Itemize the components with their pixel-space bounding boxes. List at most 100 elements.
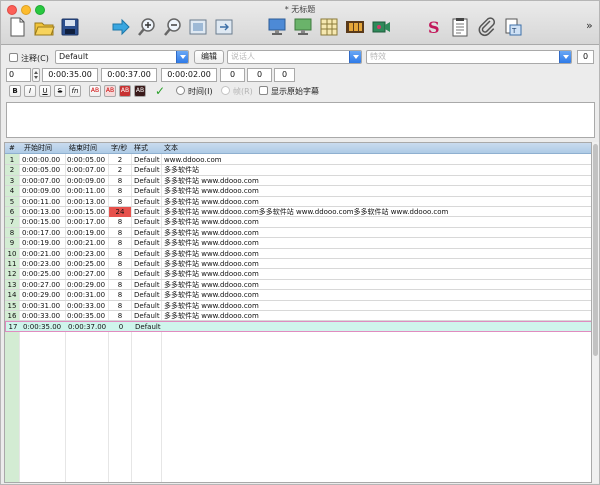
table-row[interactable]: 13 0:00:27.00 0:00:29.00 8 Default 多多软件站 www.…	[5, 280, 591, 291]
end-time-field[interactable]: 0:00:37.00	[101, 68, 157, 82]
bold-button[interactable]: B	[9, 85, 21, 97]
cell-style: Default	[134, 197, 160, 206]
header-text[interactable]: 文本	[164, 143, 178, 154]
table-row[interactable]: 6 0:00:13.00 0:00:15.00 24 Default 多多软件站 www.…	[5, 207, 591, 218]
layer-field[interactable]: 0	[6, 68, 31, 82]
table-row[interactable]: 7 0:00:15.00 0:00:17.00 8 Default 多多软件站 www.d…	[5, 217, 591, 228]
cell-start-time: 0:00:33.00	[22, 312, 61, 320]
strikeout-button[interactable]: S	[54, 85, 66, 97]
fit-screen-alt-icon[interactable]	[212, 15, 236, 39]
table-row[interactable]: 8 0:00:17.00 0:00:19.00 8 Default 多多软件站 www.d…	[5, 228, 591, 239]
cell-end-time: 0:00:05.00	[67, 156, 106, 164]
more-chevron-icon[interactable]: »	[586, 19, 593, 32]
cell-start-time: 0:00:15.00	[22, 218, 61, 227]
table-row[interactable]: 17 0:00:35.00 0:00:37.00 0 Default	[5, 321, 591, 332]
table-row[interactable]: 1 0:00:00.00 0:00:05.00 2 Default www.ddooo.c…	[5, 155, 591, 166]
outline-color-button[interactable]: AB	[119, 85, 131, 97]
attachment-icon[interactable]	[475, 15, 499, 39]
duration-field[interactable]: 0:00:02.00	[161, 68, 217, 82]
video-cam-icon[interactable]	[369, 15, 393, 39]
cell-cps: 8	[117, 197, 123, 206]
open-folder-icon[interactable]	[32, 15, 56, 39]
table-row[interactable]: 11 0:00:23.00 0:00:25.00 8 Default 多多软件站 www.…	[5, 259, 591, 270]
chevron-down-icon	[349, 51, 361, 63]
header-cps[interactable]: 字/秒	[111, 143, 127, 154]
frame-radio-label: 帧(R)	[233, 87, 253, 96]
spell-check-icon[interactable]: S	[422, 15, 446, 39]
cell-cps: 8	[117, 301, 123, 310]
grid-scrollbar[interactable]	[592, 142, 599, 483]
scrollbar-thumb[interactable]	[593, 144, 598, 356]
actor-select[interactable]: 说话人	[227, 50, 362, 64]
monitor-icon[interactable]	[265, 15, 289, 39]
style-select[interactable]: Default	[55, 50, 189, 64]
time-radio[interactable]	[176, 86, 185, 95]
zoom-in-icon[interactable]	[135, 15, 159, 39]
cell-cps: 2	[117, 156, 123, 164]
cell-cps: 8	[117, 270, 123, 279]
table-row[interactable]: 9 0:00:19.00 0:00:21.00 8 Default 多多软件站 www.d…	[5, 238, 591, 249]
cell-start-time: 0:00:07.00	[22, 176, 61, 185]
layer-count-field[interactable]: 0	[577, 50, 594, 64]
cell-end-time: 0:00:21.00	[67, 239, 106, 248]
new-file-icon[interactable]	[5, 15, 29, 39]
cell-cps: 8	[117, 249, 123, 258]
font-button[interactable]: fn	[69, 85, 81, 97]
secondary-color-button[interactable]: AB	[104, 85, 116, 97]
save-icon[interactable]	[58, 15, 82, 39]
fit-screen-icon[interactable]	[186, 15, 210, 39]
zoom-out-icon[interactable]	[161, 15, 185, 39]
italic-button[interactable]: I	[24, 85, 36, 97]
export-icon[interactable]: T	[501, 15, 525, 39]
cell-cps: 8	[117, 312, 123, 320]
table-row[interactable]: 16 0:00:33.00 0:00:35.00 8 Default 多多软件站 www.…	[5, 311, 591, 322]
margin-left-field[interactable]: 0	[220, 68, 245, 82]
cell-cps: 8	[117, 176, 123, 185]
start-time-field[interactable]: 0:00:35.00	[42, 68, 98, 82]
table-row[interactable]: 15 0:00:31.00 0:00:33.00 8 Default 多多软件站 www.…	[5, 301, 591, 311]
edit-style-button[interactable]: 编辑	[194, 50, 224, 64]
cell-text: 多多软件站 www.ddooo.com	[164, 260, 259, 268]
underline-button[interactable]: U	[39, 85, 51, 97]
cell-cps: 8	[117, 280, 123, 289]
play-icon[interactable]	[109, 15, 133, 39]
film-icon[interactable]	[343, 15, 367, 39]
header-start-time[interactable]: 开始时间	[24, 143, 52, 154]
header-style[interactable]: 样式	[134, 143, 148, 154]
header-end-time[interactable]: 结束时间	[69, 143, 97, 154]
checkmark-icon[interactable]: ✓	[154, 85, 166, 97]
margin-right-field[interactable]: 0	[247, 68, 272, 82]
cell-start-time: 0:00:11.00	[22, 197, 61, 206]
margin-vertical-field[interactable]: 0	[274, 68, 295, 82]
header-number[interactable]: #	[9, 143, 15, 154]
monitor-alt-icon[interactable]	[291, 15, 315, 39]
table-row[interactable]: 3 0:00:07.00 0:00:09.00 8 Default 多多软件站 www.d…	[5, 176, 591, 187]
shadow-color-button[interactable]: AB	[134, 85, 146, 97]
cell-style: Default	[134, 260, 160, 268]
cell-end-time: 0:00:19.00	[67, 228, 106, 237]
show-original-checkbox[interactable]	[259, 86, 268, 95]
table-row[interactable]: 12 0:00:25.00 0:00:27.00 8 Default 多多软件站 www.…	[5, 269, 591, 280]
cell-text: 多多软件站 www.ddooo.com	[164, 176, 259, 185]
table-row[interactable]: 2 0:00:05.00 0:00:07.00 2 Default 多多软件站	[5, 165, 591, 176]
cell-start-time: 0:00:05.00	[22, 166, 61, 175]
effect-select[interactable]: 特效	[366, 50, 572, 64]
cell-text: 多多软件站 www.ddooo.com多多软件站 www.ddooo.com多多…	[164, 208, 449, 216]
primary-color-button[interactable]: AB	[89, 85, 101, 97]
cell-number: 9	[9, 239, 15, 248]
table-row[interactable]: 5 0:00:11.00 0:00:13.00 8 Default 多多软件站 www.d…	[5, 197, 591, 207]
cell-start-time: 0:00:35.00	[23, 323, 62, 332]
cell-style: Default	[134, 166, 160, 175]
cell-number: 10	[7, 249, 17, 258]
comment-checkbox[interactable]	[9, 53, 18, 62]
grid-table-icon[interactable]	[317, 15, 341, 39]
subtitle-grid[interactable]: # 开始时间 结束时间 字/秒 样式 文本 1 0:00:00.00 0:00:05…	[4, 142, 592, 483]
table-row[interactable]: 4 0:00:09.00 0:00:11.00 8 Default 多多软件站 www.d…	[5, 186, 591, 197]
layer-stepper[interactable]	[32, 68, 40, 82]
table-row[interactable]: 14 0:00:29.00 0:00:31.00 8 Default 多多软件站 www.…	[5, 290, 591, 301]
notepad-icon[interactable]	[448, 15, 472, 39]
subtitle-text-editor[interactable]	[6, 102, 595, 138]
frame-radio[interactable]	[221, 86, 230, 95]
table-row[interactable]: 10 0:00:21.00 0:00:23.00 8 Default 多多软件站 www.…	[5, 249, 591, 259]
cell-start-time: 0:00:23.00	[22, 260, 61, 268]
